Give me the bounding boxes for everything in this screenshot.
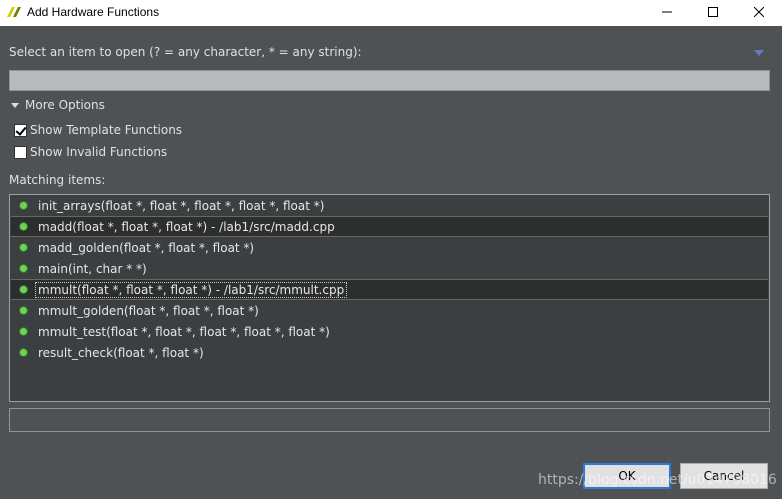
matching-items-list[interactable]: init_arrays(float *, float *, float *, f… [9, 194, 770, 402]
maximize-button[interactable] [690, 0, 736, 26]
list-item-label: init_arrays(float *, float *, float *, f… [38, 198, 325, 213]
more-options-toggle[interactable]: More Options [9, 98, 105, 112]
list-item-label: mmult(float *, float *, float *) - /lab1… [35, 281, 348, 298]
list-item[interactable]: init_arrays(float *, float *, float *, f… [11, 195, 324, 216]
minimize-icon [662, 6, 672, 20]
close-icon [753, 6, 765, 20]
function-status-icon [19, 222, 28, 231]
list-item[interactable]: mmult_golden(float *, float *, float *) [11, 300, 259, 321]
function-status-icon [19, 348, 28, 357]
list-item-selected[interactable]: madd(float *, float *, float *) - /lab1/… [11, 216, 768, 237]
list-item[interactable]: result_check(float *, float *) [11, 342, 204, 363]
watermark-text: https://blog.csdn.net/u014798016 [538, 472, 777, 488]
show-invalid-functions-checkbox[interactable]: Show Invalid Functions [14, 145, 167, 159]
list-item-label: main(int, char * *) [38, 261, 147, 276]
function-status-icon [19, 327, 28, 336]
function-status-icon [19, 285, 28, 294]
window-title: Add Hardware Functions [27, 5, 160, 19]
title-bar: Add Hardware Functions [0, 0, 782, 26]
matching-items-label: Matching items: [9, 173, 106, 187]
more-options-label: More Options [25, 98, 105, 112]
minimize-button[interactable] [644, 0, 690, 26]
checkbox-checked-icon [14, 123, 27, 137]
list-item-label: mmult_golden(float *, float *, float *) [38, 303, 259, 318]
filter-input[interactable] [9, 70, 770, 91]
list-item[interactable]: madd_golden(float *, float *, float *) [11, 237, 254, 258]
function-status-icon [19, 306, 28, 315]
details-status-field [9, 408, 770, 432]
list-item-label: result_check(float *, float *) [38, 345, 204, 360]
list-item-label: madd(float *, float *, float *) - /lab1/… [38, 219, 335, 234]
expand-triangle-icon [11, 102, 19, 108]
function-status-icon [19, 243, 28, 252]
list-item-label: madd_golden(float *, float *, float *) [38, 240, 255, 255]
list-item-label: mmult_test(float *, float *, float *, fl… [38, 324, 330, 339]
prompt-label: Select an item to open (? = any characte… [9, 45, 362, 59]
show-template-functions-checkbox[interactable]: Show Template Functions [14, 123, 182, 137]
function-status-icon [19, 264, 28, 273]
list-item[interactable]: main(int, char * *) [11, 258, 147, 279]
maximize-icon [708, 6, 718, 20]
function-status-icon [19, 201, 28, 210]
checkbox-unchecked-icon [14, 145, 27, 159]
show-invalid-functions-label: Show Invalid Functions [30, 145, 168, 159]
view-menu-dropdown-icon[interactable] [754, 50, 764, 56]
list-item-focused[interactable]: mmult(float *, float *, float *) - /lab1… [11, 279, 768, 300]
close-button[interactable] [736, 0, 782, 26]
show-template-functions-label: Show Template Functions [30, 123, 183, 137]
app-logo-icon [6, 5, 22, 19]
list-item[interactable]: mmult_test(float *, float *, float *, fl… [11, 321, 330, 342]
